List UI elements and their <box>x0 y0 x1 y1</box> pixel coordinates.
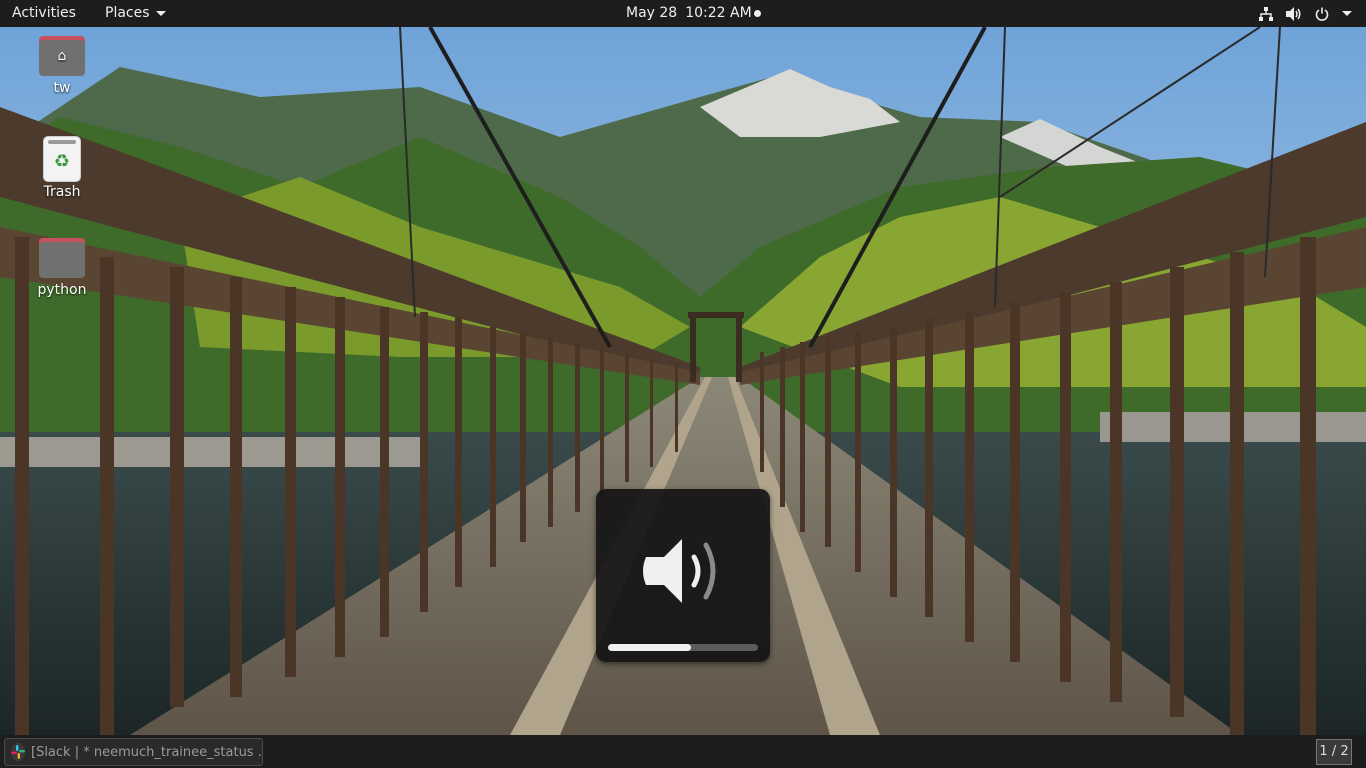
home-folder-icon: ⌂ <box>39 36 85 76</box>
volume-icon <box>1286 6 1302 22</box>
clock-time: 10:22 AM <box>685 5 752 21</box>
desktop-icon-label: Trash <box>43 184 81 200</box>
clock-button[interactable]: May 28 10:22 AM <box>626 0 752 27</box>
desktop-icon-python[interactable]: python <box>17 238 107 298</box>
power-icon <box>1314 6 1330 22</box>
system-menu-arrow-icon <box>1342 11 1352 16</box>
desktop-icon-label: tw <box>53 80 71 96</box>
volume-level-fill <box>608 644 691 651</box>
taskbar-window-slack[interactable]: [Slack | * neemuch_trainee_status ... <box>4 738 263 766</box>
bottom-panel: [Slack | * neemuch_trainee_status ... 1 … <box>0 735 1366 768</box>
places-menu[interactable]: Places <box>105 0 166 27</box>
clock-date: May 28 <box>626 5 678 21</box>
folder-icon <box>39 238 85 278</box>
network-icon <box>1258 6 1274 22</box>
system-menu[interactable] <box>1258 0 1352 27</box>
slack-icon <box>11 743 25 761</box>
chevron-down-icon <box>155 10 166 16</box>
desktop-icon-home[interactable]: ⌂ tw <box>17 36 107 96</box>
volume-osd <box>596 489 770 662</box>
places-label: Places <box>105 5 150 21</box>
workspace-switcher[interactable]: 1 / 2 <box>1316 739 1352 765</box>
activities-button[interactable]: Activities <box>12 0 76 27</box>
desktop-icon-label: python <box>37 282 87 298</box>
top-bar: Activities Places May 28 10:22 AM <box>0 0 1366 27</box>
desktop-icon-trash[interactable]: ♻ Trash <box>17 136 107 200</box>
volume-level-bar <box>608 644 758 651</box>
trash-icon: ♻ <box>43 136 81 182</box>
volume-medium-icon <box>638 529 728 609</box>
notification-dot-icon <box>754 10 761 17</box>
taskbar-window-title: [Slack | * neemuch_trainee_status ... <box>31 744 263 760</box>
